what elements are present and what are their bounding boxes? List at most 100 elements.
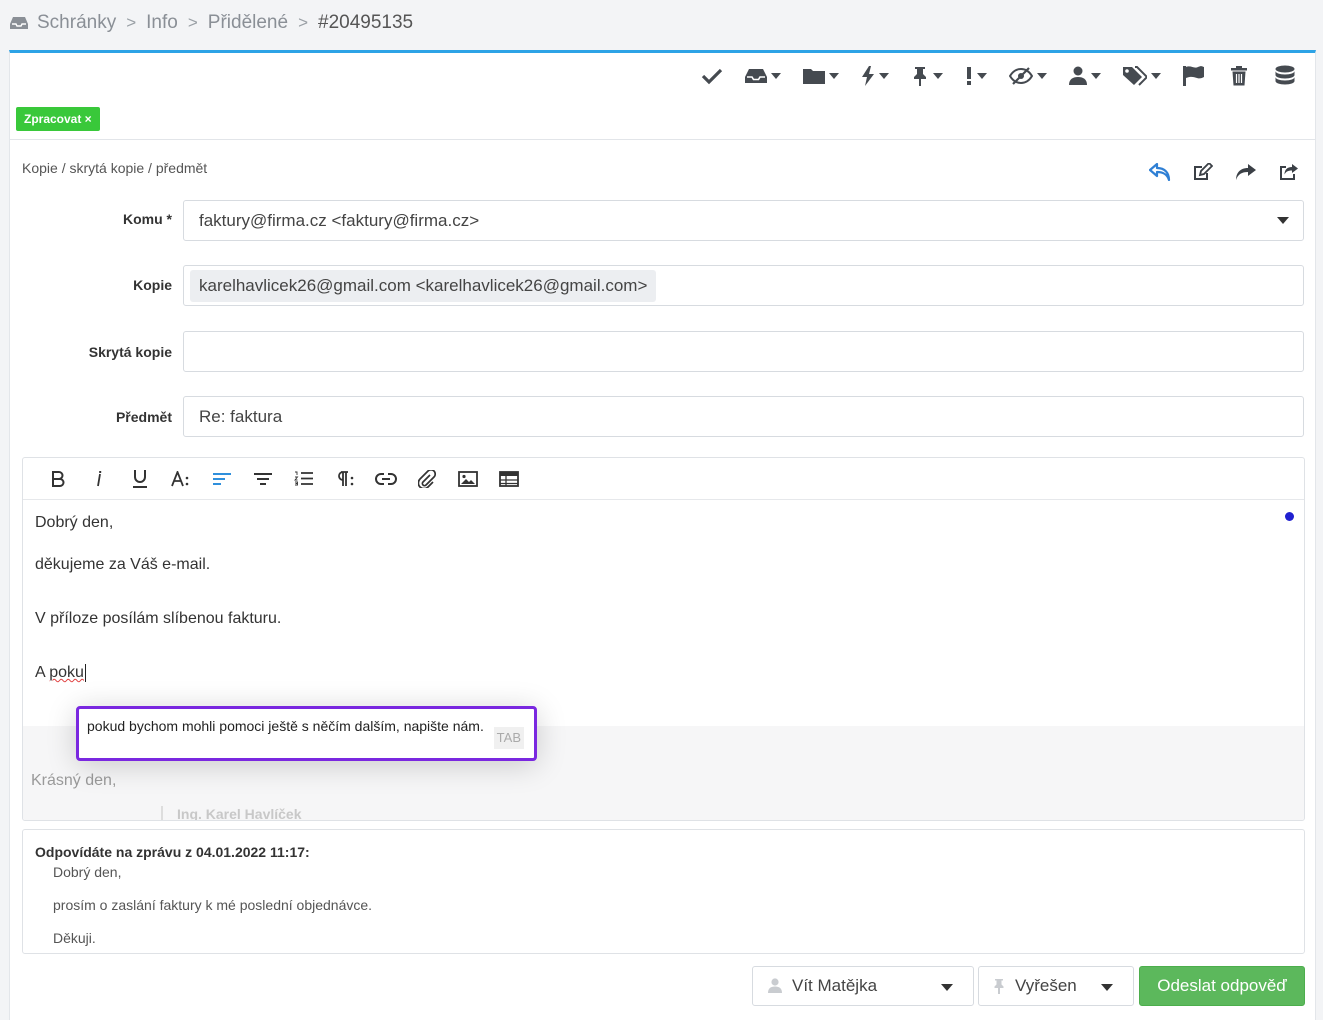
chevron-down-icon [879, 73, 889, 79]
suggestion-typed: poku [87, 718, 118, 734]
chevron-down-icon [941, 984, 953, 991]
reply-button[interactable] [1148, 162, 1171, 186]
cc-recipient-chip[interactable]: karelhavlicek26@gmail.com <karelhavlicek… [190, 269, 657, 302]
chevron-down-icon [1091, 73, 1101, 79]
flag-button[interactable] [1183, 66, 1205, 86]
link-button[interactable] [365, 464, 406, 494]
ticket-panel: Zpracovat × Kopie / skrytá kopie / předm… [9, 50, 1316, 1020]
forward-icon [1236, 164, 1256, 180]
eye-slash-icon [1009, 67, 1033, 85]
tags-icon [1123, 66, 1147, 86]
underline-icon [132, 470, 147, 488]
align-center-icon [253, 472, 272, 485]
required-marker: * [166, 211, 172, 227]
assign-user-button[interactable] [1069, 66, 1101, 86]
paragraph-icon [337, 470, 353, 486]
italic-button[interactable] [78, 464, 119, 494]
folder-icon [803, 69, 825, 84]
cc-field[interactable]: karelhavlicek26@gmail.com <karelhavlicek… [183, 265, 1304, 306]
tab-hint-badge: TAB [493, 727, 524, 749]
breadcrumb-item-ticket-id: #20495135 [318, 12, 414, 33]
move-folder-button[interactable] [803, 67, 839, 85]
attachment-button[interactable] [406, 464, 447, 494]
font-size-icon [170, 470, 188, 486]
pin-icon [994, 979, 1004, 994]
pin-button[interactable] [911, 66, 943, 86]
align-left-button[interactable] [201, 464, 242, 494]
chevron-down-icon [1151, 73, 1161, 79]
align-center-button[interactable] [242, 464, 283, 494]
subject-field[interactable]: Re: faktura [183, 396, 1304, 437]
to-field[interactable]: faktury@firma.cz <faktury@firma.cz> [183, 200, 1304, 241]
chevron-down-icon[interactable] [1277, 217, 1289, 224]
italic-icon [96, 470, 101, 486]
suggestion-completion: d bychom mohli pomoci ještě s něčím dalš… [117, 718, 484, 734]
text-cursor [84, 663, 86, 682]
bold-icon [51, 470, 64, 487]
quote-header: Odpovídáte na zprávu z 04.01.2022 11:17: [35, 844, 310, 860]
cc-label: Kopie [133, 277, 172, 293]
bcc-field[interactable] [183, 331, 1304, 372]
status-select[interactable]: Vyřešen [978, 966, 1134, 1006]
mark-done-button[interactable] [701, 67, 723, 85]
priority-button[interactable] [861, 66, 889, 86]
paragraph-button[interactable] [324, 464, 365, 494]
breadcrumb-item-schranky[interactable]: Schránky [37, 12, 116, 34]
breadcrumb-separator: > [298, 13, 308, 32]
tags-button[interactable] [1123, 66, 1161, 86]
user-icon [768, 978, 782, 993]
breadcrumb-item-pridelene[interactable]: Přidělené [208, 12, 288, 34]
lightning-icon [862, 66, 874, 86]
quote-line: Děkuji. [53, 930, 96, 946]
visibility-button[interactable] [1009, 67, 1047, 85]
align-left-icon [212, 472, 231, 485]
check-icon [701, 68, 723, 85]
move-inbox-button[interactable] [745, 67, 781, 85]
table-button[interactable] [488, 464, 529, 494]
body-line: V příloze posílám slíbenou fakturu. [35, 610, 282, 627]
delete-button[interactable] [1231, 66, 1247, 86]
trash-icon [1231, 66, 1247, 86]
database-button[interactable] [1275, 65, 1295, 87]
edit-button[interactable] [1193, 161, 1214, 186]
autocomplete-suggestion[interactable]: pokud bychom mohli pomoci ještě s něčím … [76, 706, 537, 761]
message-editor[interactable]: Dobrý den, děkujeme za Váš e-mail. V pří… [22, 457, 1305, 821]
editor-content[interactable]: Dobrý den, děkujeme za Váš e-mail. V pří… [35, 508, 281, 700]
assignee-select[interactable]: Vít Matějka [752, 966, 974, 1006]
subject-label: Předmět [115, 409, 172, 425]
image-button[interactable] [447, 464, 488, 494]
underline-button[interactable] [119, 464, 160, 494]
assignee-value: Vít Matějka [792, 976, 878, 995]
quoted-message: Odpovídáte na zprávu z 04.01.2022 11:17:… [22, 829, 1305, 954]
link-icon [374, 472, 397, 485]
cc-bcc-subject-link[interactable]: Kopie / skrytá kopie / předmět [22, 160, 207, 176]
status-dot [1285, 512, 1294, 521]
edit-icon [1194, 161, 1214, 180]
share-button[interactable] [1279, 163, 1299, 186]
editor-toolbar [23, 458, 1304, 500]
font-size-button[interactable] [160, 464, 201, 494]
flag-icon [1183, 66, 1204, 86]
send-reply-button[interactable]: Odeslat odpověď [1139, 966, 1305, 1006]
bold-button[interactable] [37, 464, 78, 494]
share-icon [1280, 164, 1298, 180]
quote-line: Dobrý den, [53, 864, 122, 880]
body-line: děkujeme za Váš e-mail. [35, 556, 211, 573]
forward-button[interactable] [1235, 163, 1257, 186]
status-tag-zpracovat[interactable]: Zpracovat × [16, 107, 100, 131]
status-value: Vyřešen [1015, 976, 1077, 995]
chevron-down-icon [1101, 984, 1113, 991]
importance-button[interactable] [965, 66, 987, 86]
body-line: Dobrý den, [35, 514, 114, 531]
chevron-down-icon [829, 73, 839, 79]
inbox-icon [10, 17, 28, 29]
user-icon [1069, 66, 1087, 85]
breadcrumb-separator: > [187, 13, 198, 32]
bcc-label: Skrytá kopie [88, 344, 172, 360]
chevron-down-icon [977, 73, 987, 79]
breadcrumb-item-info[interactable]: Info [146, 12, 178, 34]
ordered-list-button[interactable] [283, 464, 324, 494]
pin-icon [914, 67, 926, 86]
signature-greeting: Krásný den, [31, 772, 117, 789]
breadcrumb-separator: > [126, 13, 137, 32]
